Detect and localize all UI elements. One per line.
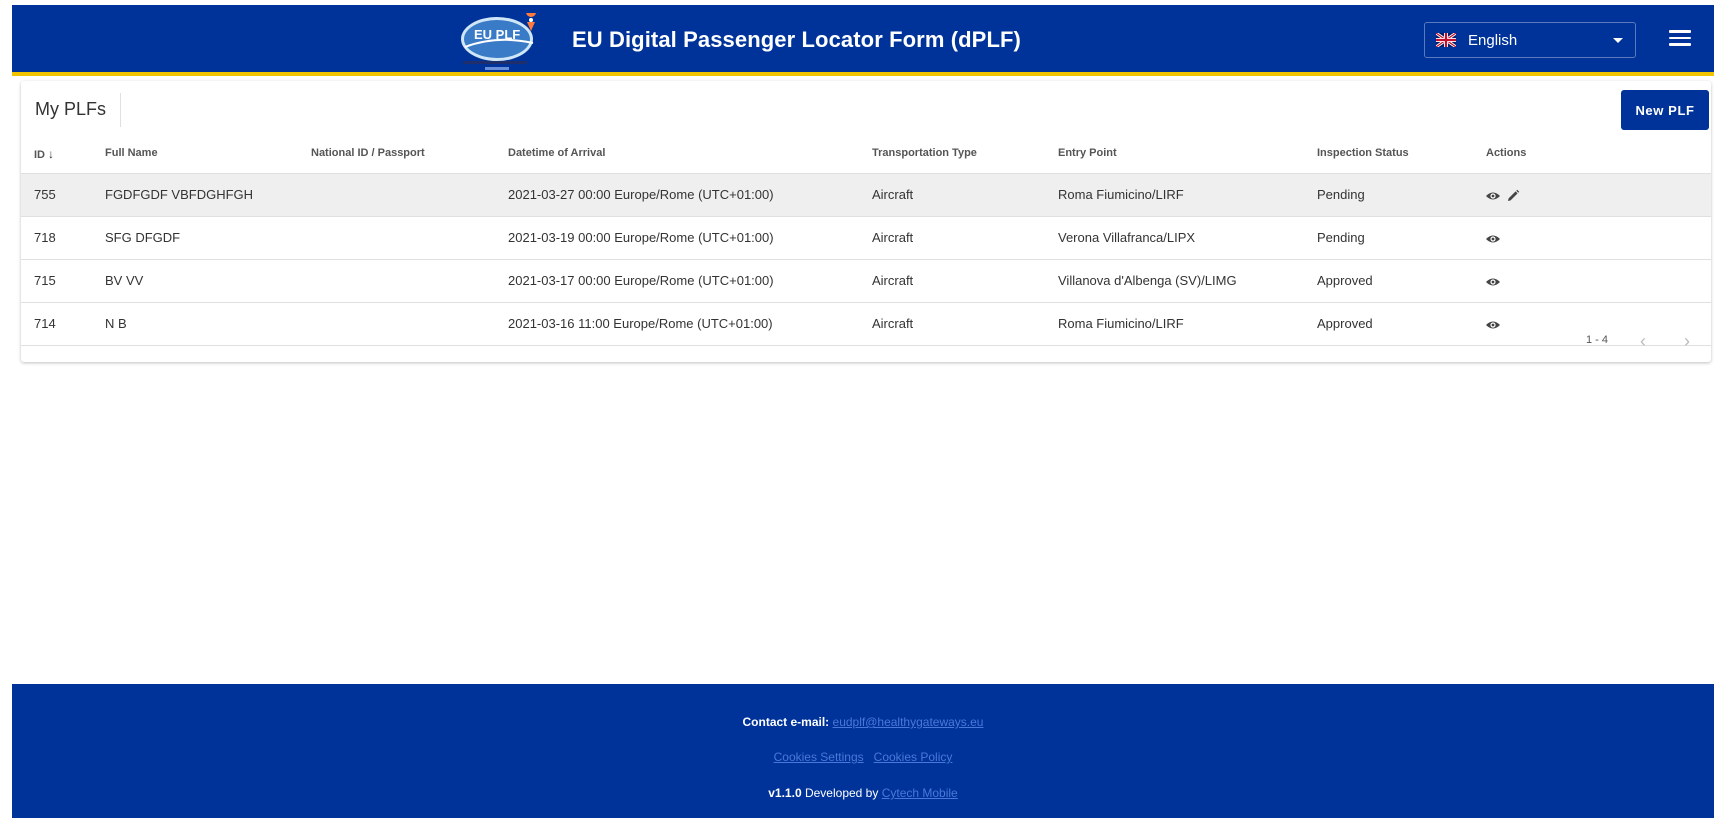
pencil-icon[interactable] xyxy=(1505,188,1521,204)
plf-list-card: My PLFs New PLF ID ↓ Full Name National I… xyxy=(21,81,1711,362)
cell-full-name: BV VV xyxy=(105,273,144,288)
column-header-actions: Actions xyxy=(1486,147,1527,159)
cell-id: 718 xyxy=(34,230,56,245)
column-header-full-name[interactable]: Full Name xyxy=(105,147,158,159)
left-strip xyxy=(0,0,12,818)
cell-arrival: 2021-03-17 00:00 Europe/Rome (UTC+01:00) xyxy=(508,273,774,288)
cell-entry-point: Villanova d'Albenga (SV)/LIMG xyxy=(1058,273,1237,288)
eu-plf-logo[interactable]: EU PLF xyxy=(457,13,543,73)
cookies-policy-link[interactable]: Cookies Policy xyxy=(874,750,953,764)
table-row[interactable]: 755 FGDFGDF VBFDGHFGH 2021-03-27 00:00 E… xyxy=(21,174,1711,217)
column-header-id[interactable]: ID ↓ xyxy=(34,147,54,161)
version-label: v1.1.0 xyxy=(768,786,802,800)
arrow-down-icon: ↓ xyxy=(48,147,54,161)
column-header-arrival[interactable]: Datetime of Arrival xyxy=(508,147,605,159)
page-title: My PLFs xyxy=(35,99,107,119)
uk-flag-icon xyxy=(1436,33,1456,47)
svg-text:EU PLF: EU PLF xyxy=(474,27,520,42)
column-header-transport[interactable]: Transportation Type xyxy=(872,147,977,159)
cell-entry-point: Roma Fiumicino/LIRF xyxy=(1058,316,1184,331)
cookies-settings-link[interactable]: Cookies Settings xyxy=(774,750,864,764)
version-line: v1.1.0 Developed by Cytech Mobile xyxy=(12,786,1714,800)
footer: Contact e-mail: eudplf@healthygateways.e… xyxy=(12,684,1714,818)
cell-full-name: SFG DFGDF xyxy=(105,230,181,245)
language-select[interactable]: English xyxy=(1424,22,1636,58)
cell-arrival: 2021-03-27 00:00 Europe/Rome (UTC+01:00) xyxy=(508,187,774,202)
app-title: EU Digital Passenger Locator Form (dPLF) xyxy=(572,27,1021,52)
cell-full-name: FGDFGDF VBFDGHFGH xyxy=(105,187,254,202)
table-row[interactable]: 714 N B 2021-03-16 11:00 Europe/Rome (UT… xyxy=(21,303,1711,346)
contact-email-link[interactable]: eudplf@healthygateways.eu xyxy=(833,715,984,729)
cell-id: 755 xyxy=(34,187,56,202)
cell-status: Pending xyxy=(1317,187,1365,202)
table-row[interactable]: 715 BV VV 2021-03-17 00:00 Europe/Rome (… xyxy=(21,260,1711,303)
cell-status: Pending xyxy=(1317,230,1365,245)
menu-icon[interactable] xyxy=(1669,30,1691,48)
contact-label: Contact e-mail: xyxy=(742,715,830,729)
cell-id: 714 xyxy=(34,316,56,331)
column-header-national-id[interactable]: National ID / Passport xyxy=(311,147,425,159)
cell-transport: Aircraft xyxy=(872,273,914,288)
table-row[interactable]: 718 SFG DFGDF 2021-03-19 00:00 Europe/Ro… xyxy=(21,217,1711,260)
cell-entry-point: Verona Villafranca/LIPX xyxy=(1058,230,1196,245)
app: EU PLF EU Digital Passenger Locator Form… xyxy=(12,5,1714,818)
cell-full-name: N B xyxy=(105,316,127,331)
column-header-id-label: ID xyxy=(34,149,45,161)
cell-id: 715 xyxy=(34,273,56,288)
cell-transport: Aircraft xyxy=(872,230,914,245)
column-header-status[interactable]: Inspection Status xyxy=(1317,147,1409,159)
cell-status: Approved xyxy=(1317,273,1373,288)
table-header: ID ↓ Full Name National ID / Passport Dat… xyxy=(21,131,1711,174)
contact-line: Contact e-mail: eudplf@healthygateways.e… xyxy=(12,715,1714,729)
cookie-links: Cookies Settings Cookies Policy xyxy=(12,750,1714,764)
header: EU PLF EU Digital Passenger Locator Form… xyxy=(12,5,1714,76)
cell-status: Approved xyxy=(1317,316,1373,331)
eye-icon[interactable] xyxy=(1485,274,1501,290)
eye-icon[interactable] xyxy=(1485,317,1501,333)
pagination-range: 1 - 4 xyxy=(1586,334,1609,346)
cell-arrival: 2021-03-16 11:00 Europe/Rome (UTC+01:00) xyxy=(508,316,773,331)
eye-icon[interactable] xyxy=(1485,188,1501,204)
caret-down-icon xyxy=(1613,38,1623,43)
cell-transport: Aircraft xyxy=(872,316,914,331)
language-label: English xyxy=(1468,31,1518,49)
eye-icon[interactable] xyxy=(1485,231,1501,247)
cell-entry-point: Roma Fiumicino/LIRF xyxy=(1058,187,1184,202)
chevron-left-icon[interactable]: ‹ xyxy=(1634,330,1652,352)
developed-by-label: Developed by xyxy=(804,786,879,800)
title-divider xyxy=(120,93,121,127)
new-plf-button[interactable]: New PLF xyxy=(1621,90,1709,130)
column-header-entry-point[interactable]: Entry Point xyxy=(1058,147,1117,159)
chevron-right-icon[interactable]: › xyxy=(1678,330,1696,352)
developer-link[interactable]: Cytech Mobile xyxy=(882,786,958,800)
cell-transport: Aircraft xyxy=(872,187,914,202)
cell-arrival: 2021-03-19 00:00 Europe/Rome (UTC+01:00) xyxy=(508,230,774,245)
